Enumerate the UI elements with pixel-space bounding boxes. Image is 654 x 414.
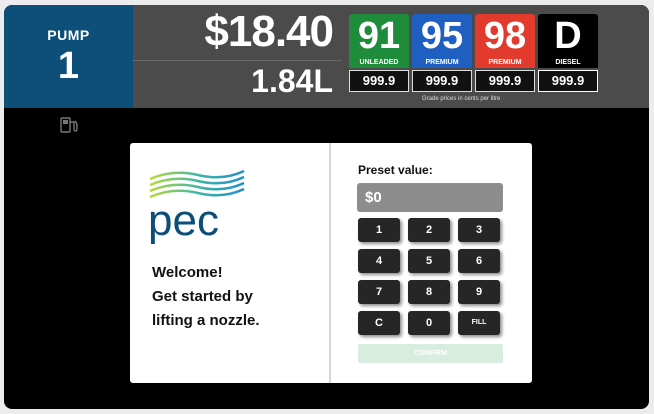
grade-price: 999.9 bbox=[412, 70, 472, 92]
grades-note: Grade prices in cents per litre bbox=[422, 96, 501, 102]
grade-price: 999.9 bbox=[475, 70, 535, 92]
card-divider bbox=[329, 143, 331, 383]
welcome-line: Get started by bbox=[152, 288, 253, 305]
pump-label: PUMP bbox=[47, 27, 90, 43]
key-clear[interactable]: C bbox=[358, 311, 400, 335]
grade-price: 999.9 bbox=[538, 70, 598, 92]
key-5[interactable]: 5 bbox=[408, 249, 450, 273]
grade-95[interactable]: 95 PREMIUM 999.9 bbox=[412, 14, 472, 92]
grade-diesel[interactable]: D DIESEL 999.9 bbox=[538, 14, 598, 92]
grade-code: D bbox=[554, 15, 582, 57]
grade-code: 98 bbox=[483, 15, 527, 57]
preset-label: Preset value: bbox=[358, 163, 433, 177]
fuel-pump-icon bbox=[60, 117, 78, 133]
grade-code: 95 bbox=[420, 15, 464, 57]
grade-name: UNLEADED bbox=[359, 59, 399, 66]
grade-code: 91 bbox=[357, 15, 401, 57]
grade-name: PREMIUM bbox=[488, 59, 522, 66]
welcome-line: lifting a nozzle. bbox=[152, 312, 260, 329]
grade-95-badge: 95 PREMIUM bbox=[412, 14, 472, 68]
sale-divider bbox=[133, 60, 342, 61]
sale-volume: 1.84L bbox=[251, 63, 333, 99]
preset-input[interactable] bbox=[357, 183, 503, 212]
confirm-button[interactable]: CONFIRM bbox=[358, 344, 503, 363]
welcome-line: Welcome! bbox=[152, 264, 223, 281]
key-7[interactable]: 7 bbox=[358, 280, 400, 304]
grade-91[interactable]: 91 UNLEADED 999.9 bbox=[349, 14, 409, 92]
key-2[interactable]: 2 bbox=[408, 218, 450, 242]
pump-screen: PUMP 1 $18.40 1.84L 91 UNLEADED 999.9 95… bbox=[4, 5, 649, 409]
key-9[interactable]: 9 bbox=[458, 280, 500, 304]
sale-display: $18.40 1.84L bbox=[133, 5, 342, 108]
key-6[interactable]: 6 bbox=[458, 249, 500, 273]
grade-98[interactable]: 98 PREMIUM 999.9 bbox=[475, 14, 535, 92]
pec-logo: pec bbox=[148, 169, 245, 245]
grade-98-badge: 98 PREMIUM bbox=[475, 14, 535, 68]
key-1[interactable]: 1 bbox=[358, 218, 400, 242]
key-4[interactable]: 4 bbox=[358, 249, 400, 273]
welcome-message: Welcome! Get started by lifting a nozzle… bbox=[152, 261, 322, 333]
key-0[interactable]: 0 bbox=[408, 311, 450, 335]
pump-number: 1 bbox=[57, 45, 80, 87]
pump-indicator: PUMP 1 bbox=[4, 5, 133, 108]
key-8[interactable]: 8 bbox=[408, 280, 450, 304]
welcome-card: pec Welcome! Get started by lifting a no… bbox=[130, 143, 532, 383]
grade-diesel-badge: D DIESEL bbox=[538, 14, 598, 68]
key-3[interactable]: 3 bbox=[458, 218, 500, 242]
sale-amount: $18.40 bbox=[204, 7, 334, 56]
grade-name: DIESEL bbox=[555, 59, 581, 66]
grade-price: 999.9 bbox=[349, 70, 409, 92]
grade-prices: 91 UNLEADED 999.9 95 PREMIUM 999.9 98 PR… bbox=[342, 5, 649, 108]
pec-logo-text: pec bbox=[148, 196, 219, 245]
key-fill[interactable]: FILL bbox=[458, 311, 500, 335]
grade-91-badge: 91 UNLEADED bbox=[349, 14, 409, 68]
grade-name: PREMIUM bbox=[425, 59, 459, 66]
